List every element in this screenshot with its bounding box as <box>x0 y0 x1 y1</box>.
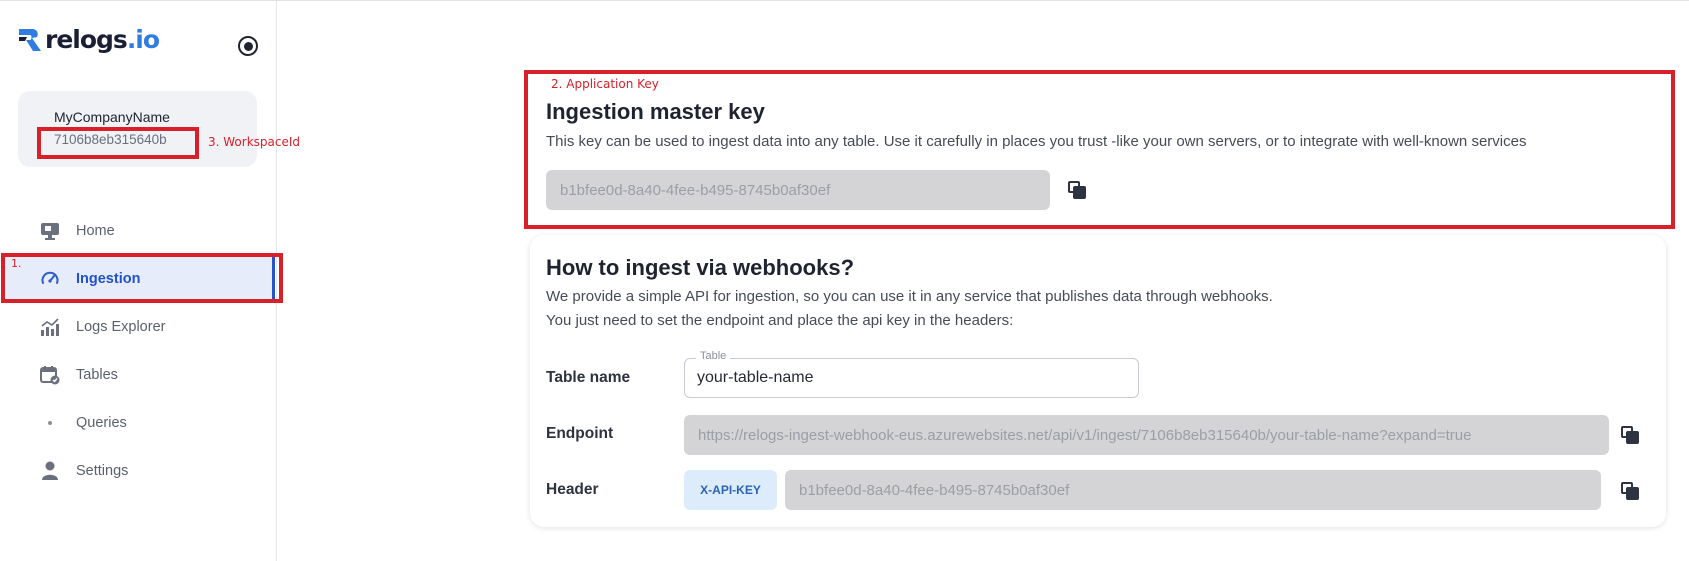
annotation-box-workspace-id <box>37 127 199 159</box>
header-value-field[interactable]: b1bfee0d-8a40-4fee-b495-8745b0af30ef <box>785 470 1601 510</box>
chart-icon <box>40 317 60 337</box>
master-key-description: This key can be used to ingest data into… <box>546 133 1527 150</box>
header-key-badge: X-API-KEY <box>684 470 777 510</box>
annotation-label-ingestion: 1. <box>11 257 22 270</box>
endpoint-field[interactable]: https://relogs-ingest-webhook-eus.azurew… <box>684 415 1609 455</box>
sidebar-nav: Home Ingestion Logs Explorer Tables Quer… <box>0 207 277 495</box>
sidebar-item-logs-explorer[interactable]: Logs Explorer <box>0 303 277 351</box>
endpoint-label: Endpoint <box>546 425 614 442</box>
theme-toggle-icon[interactable] <box>238 36 258 56</box>
workspace-name: MyCompanyName <box>54 109 170 125</box>
webhook-description-line-2: You just need to set the endpoint and pl… <box>546 312 1014 329</box>
sidebar-item-settings[interactable]: Settings <box>0 447 277 495</box>
monitor-icon <box>40 221 60 241</box>
logo-text: relogs.io <box>45 25 160 54</box>
table-name-label: Table name <box>546 369 631 386</box>
header-label: Header <box>546 481 599 498</box>
webhook-card: How to ingest via webhooks? We provide a… <box>530 235 1666 527</box>
webhook-title: How to ingest via webhooks? <box>546 255 855 280</box>
sidebar-item-label: Logs Explorer <box>76 319 166 335</box>
dot-icon <box>40 413 60 433</box>
table-name-input[interactable]: your-table-name <box>684 358 1139 398</box>
annotation-label-application-key: 2. Application Key <box>551 77 659 91</box>
webhook-description-line-1: We provide a simple API for ingestion, s… <box>546 288 1273 305</box>
copy-endpoint-icon[interactable] <box>1620 425 1642 447</box>
sidebar-item-label: Tables <box>76 367 118 383</box>
master-key-field[interactable]: b1bfee0d-8a40-4fee-b495-8745b0af30ef <box>546 170 1050 210</box>
annotation-label-workspace-id: 3. WorkspaceId <box>208 135 301 149</box>
annotation-box-ingestion <box>1 253 283 303</box>
person-icon <box>40 461 60 481</box>
sidebar-item-label: Home <box>76 223 115 239</box>
table-name-legend: Table <box>696 350 731 362</box>
master-key-title: Ingestion master key <box>546 99 765 124</box>
relogs-logo-icon <box>19 28 41 51</box>
sidebar-item-queries[interactable]: Queries <box>0 399 277 447</box>
copy-master-key-icon[interactable] <box>1067 180 1089 202</box>
sidebar-item-label: Settings <box>76 463 129 479</box>
logo[interactable]: relogs.io <box>17 25 160 54</box>
sidebar-item-label: Queries <box>76 415 127 431</box>
sidebar-item-home[interactable]: Home <box>0 207 277 255</box>
calendar-check-icon <box>40 365 60 385</box>
copy-header-icon[interactable] <box>1620 481 1642 503</box>
sidebar-item-tables[interactable]: Tables <box>0 351 277 399</box>
